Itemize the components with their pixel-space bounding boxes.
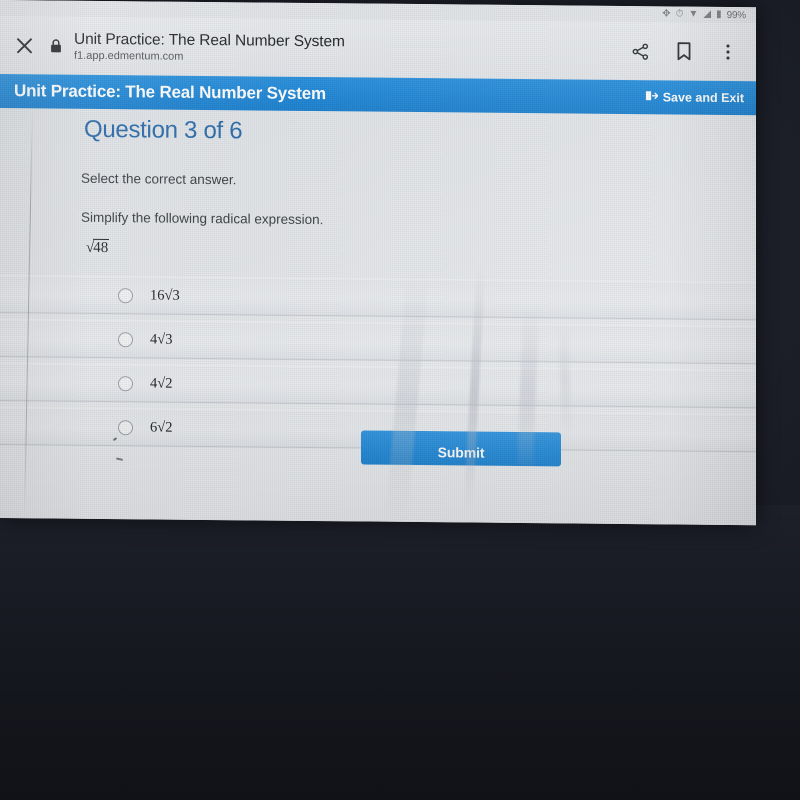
radio-button-icon[interactable] [118,287,133,303]
bookmark-icon[interactable] [672,38,696,64]
pen-mark [115,457,124,461]
browser-toolbar: Unit Practice: The Real Number System f1… [0,16,756,82]
device-screen: ✥ ⏱ ▼ ◢ ▮ 99% Unit Practice: The Real Nu… [0,0,756,526]
photo-of-monitor: ✥ ⏱ ▼ ◢ ▮ 99% Unit Practice: The Real Nu… [0,0,800,800]
share-icon[interactable] [628,38,652,64]
answer-option-label: 16√3 [150,287,180,304]
expression-radicand: 48 [93,238,110,257]
save-and-exit-button[interactable]: Save and Exit [645,89,744,106]
expression-radical: √48 [86,238,110,257]
app-title: Unit Practice: The Real Number System [14,81,326,104]
alarm-icon: ⏱ [675,8,684,20]
submit-button-label: Submit [437,444,485,461]
lock-icon[interactable] [46,32,66,58]
answer-option-label: 4√2 [150,375,172,392]
answer-option-2[interactable]: 4√3 [0,319,756,365]
tab-info[interactable]: Unit Practice: The Real Number System f1… [74,30,618,66]
battery-icon: ▮ [716,8,722,20]
overflow-menu-icon[interactable] [716,39,740,65]
answer-option-label: 6√2 [150,419,172,436]
save-and-exit-label: Save and Exit [662,90,744,106]
battery-percent-label: 99% [726,9,746,21]
option-radicand: 2 [165,419,173,436]
radio-button-icon[interactable] [118,331,133,347]
app-header: Unit Practice: The Real Number System Sa… [0,74,756,116]
monitor-bezel [0,505,800,800]
answer-option-label: 4√3 [150,331,172,348]
option-radicand: 3 [172,287,180,304]
exit-arrow-icon [645,89,659,105]
radio-button-icon[interactable] [118,419,133,435]
wifi-icon: ▼ [688,8,699,20]
signal-icon: ◢ [703,8,712,20]
answer-option-3[interactable]: 4√2 [0,363,756,409]
option-radicand: 3 [165,331,173,348]
browser-actions [628,38,744,65]
option-coefficient: 16 [150,286,165,304]
close-icon[interactable] [10,31,38,59]
radio-button-icon[interactable] [118,375,133,391]
instruction-text: Select the correct answer. [81,170,237,188]
option-radicand: 2 [165,375,173,392]
quiz-content: Question 3 of 6 Select the correct answe… [0,108,756,526]
bluetooth-icon: ✥ [662,8,671,20]
radical-expression: √48 [86,238,110,257]
answer-option-1[interactable]: 16√3 [0,275,756,321]
submit-button[interactable]: Submit [361,430,561,467]
question-heading: Question 3 of 6 [84,115,243,145]
prompt-text: Simplify the following radical expressio… [81,209,324,228]
